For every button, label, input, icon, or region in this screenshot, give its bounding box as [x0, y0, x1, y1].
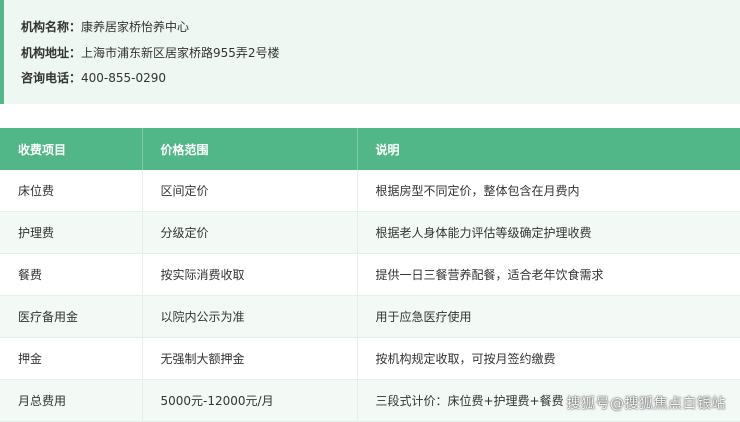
header-fee-item: 收费项目 [0, 128, 143, 170]
header-description: 说明 [357, 128, 740, 170]
header-price-range: 价格范围 [142, 128, 358, 170]
table-row: 医疗备用金 以院内公示为准 用于应急医疗使用 [0, 295, 740, 338]
institution-address-row: 机构地址：上海市浦东新区居家桥路955弄2号楼 [21, 45, 280, 61]
table-row: 护理费 分级定价 根据老人身体能力评估等级确定护理收费 [0, 211, 740, 254]
institution-phone-row: 咨询电话：400-855-0290 [21, 70, 166, 86]
price-range-cell: 按实际消费收取 [142, 253, 358, 296]
institution-phone-value: 400-855-0290 [81, 71, 167, 85]
fee-item-cell: 医疗备用金 [0, 295, 143, 338]
fee-table-header-row: 收费项目 价格范围 说明 [0, 128, 740, 170]
fee-item-cell: 月总费用 [0, 379, 143, 422]
institution-name-label: 机构名称： [21, 20, 82, 34]
fee-item-cell: 餐费 [0, 253, 143, 296]
description-cell: 按机构规定收取，可按月签约缴费 [357, 337, 740, 380]
price-range-cell: 区间定价 [142, 170, 358, 212]
price-range-cell: 以院内公示为准 [142, 295, 358, 338]
watermark: 搜狐号@搜狐焦点白银站 [566, 396, 726, 412]
price-range-cell: 5000元-12000元/月 [142, 379, 358, 422]
fee-table: 收费项目 价格范围 说明 床位费 区间定价 根据房型不同定价，整体包含在月费内 … [0, 128, 740, 422]
institution-name-row: 机构名称：康养居家桥怡养中心 [21, 19, 189, 35]
price-range-cell: 分级定价 [142, 211, 358, 254]
institution-address-value: 上海市浦东新区居家桥路955弄2号楼 [81, 46, 280, 60]
institution-name-value: 康养居家桥怡养中心 [81, 20, 190, 34]
description-cell: 提供一日三餐营养配餐，适合老年饮食需求 [357, 253, 740, 296]
description-cell: 根据房型不同定价，整体包含在月费内 [357, 170, 740, 212]
table-row: 床位费 区间定价 根据房型不同定价，整体包含在月费内 [0, 170, 740, 212]
fee-item-cell: 护理费 [0, 211, 143, 254]
institution-phone-label: 咨询电话： [21, 71, 82, 85]
table-row: 押金 无强制大额押金 按机构规定收取，可按月签约缴费 [0, 337, 740, 380]
description-cell: 用于应急医疗使用 [357, 295, 740, 338]
description-cell: 根据老人身体能力评估等级确定护理收费 [357, 211, 740, 254]
institution-address-label: 机构地址： [21, 46, 82, 60]
institution-info-panel: 机构名称：康养居家桥怡养中心 机构地址：上海市浦东新区居家桥路955弄2号楼 咨… [0, 0, 740, 104]
table-row: 餐费 按实际消费收取 提供一日三餐营养配餐，适合老年饮食需求 [0, 253, 740, 296]
fee-item-cell: 床位费 [0, 170, 143, 212]
fee-item-cell: 押金 [0, 337, 143, 380]
price-range-cell: 无强制大额押金 [142, 337, 358, 380]
